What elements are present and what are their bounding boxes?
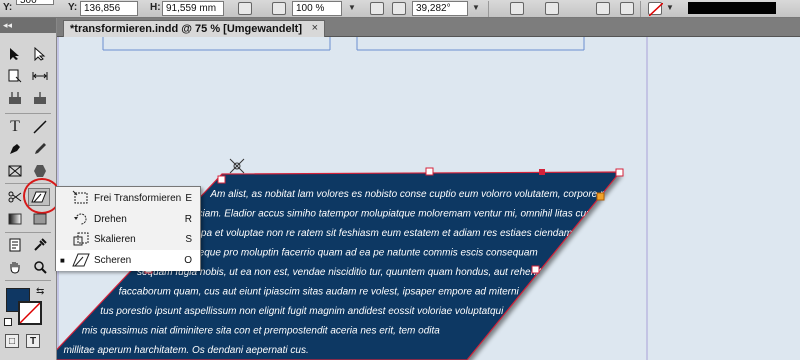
rotate-angle-icon (370, 2, 384, 15)
pen-tool-icon[interactable] (5, 140, 25, 158)
y-label: Y: (68, 2, 78, 13)
scale-dropdown-chevron-icon[interactable]: ▼ (348, 3, 356, 12)
constrain-proportions-icon[interactable] (238, 2, 252, 15)
document-tab-bar: *transformieren.indd @ 75 % [Umgewandelt… (57, 18, 800, 37)
flyout-item-label: Frei Transformieren (94, 193, 182, 204)
shear-icon (72, 252, 90, 268)
flyout-item-drehen[interactable]: Drehen R (56, 209, 200, 230)
flyout-item-shortcut: E (185, 193, 192, 204)
swap-fill-stroke-icon[interactable]: ⇆ (36, 286, 44, 297)
page-tool-icon[interactable] (5, 67, 25, 85)
frame-text-line: mis quassimus niat diminitere sita con e… (82, 326, 440, 337)
x-value-field[interactable]: 136,856 mm (80, 1, 138, 27)
control-bar: Y: 500 Y: 136,856 mm H: 91,559 mm 100 % … (0, 0, 800, 27)
separator (640, 1, 641, 17)
fill-none-icon[interactable] (648, 2, 664, 17)
flyout-item-frei-transformieren[interactable]: Frei Transformieren E (56, 188, 200, 209)
document-tab-title: *transformieren.indd @ 75 % [Umgewandelt… (70, 23, 302, 35)
h-value-field[interactable]: 91,559 mm (162, 1, 224, 16)
gradient-feather-tool-icon[interactable] (30, 210, 50, 228)
stroke-swatch-tool[interactable] (18, 301, 42, 325)
direct-selection-tool-icon[interactable] (30, 45, 50, 63)
line-tool-icon[interactable] (30, 118, 50, 136)
separator (488, 1, 489, 17)
select-container-icon[interactable] (620, 2, 634, 15)
rotate-icon (72, 211, 90, 227)
flyout-item-label: Scheren (94, 254, 132, 266)
selected-bullet: ■ (60, 255, 65, 265)
shear-field[interactable]: 39,282° (412, 1, 468, 16)
pencil-tool-icon[interactable] (30, 140, 50, 158)
default-colors-icon[interactable] (4, 318, 12, 326)
frame-text-line: tus porestio ipsunt aspellissum non elig… (100, 306, 504, 317)
flip-vertical-icon[interactable] (545, 2, 559, 15)
separator (5, 113, 51, 114)
y-top-label: Y: (3, 2, 13, 13)
flyout-item-label: Skalieren (94, 234, 136, 245)
zoom-tool-icon[interactable] (30, 258, 50, 276)
close-tab-icon[interactable]: × (312, 22, 318, 34)
reference-point-icon[interactable] (596, 2, 610, 15)
gap-tool-icon[interactable] (30, 67, 50, 85)
frame-text-line: num conseque pro moluptin facerrio quam … (155, 248, 537, 259)
transform-tools-flyout: Frei Transformieren E Drehen R Skalieren S ■ Sc… (55, 186, 201, 271)
flip-horizontal-icon[interactable] (510, 2, 524, 15)
free-transform-icon (72, 190, 90, 206)
content-placer-icon[interactable] (30, 89, 50, 107)
eyedropper-tool-icon[interactable] (30, 236, 50, 254)
type-tool-icon[interactable]: T (5, 118, 25, 136)
formatting-text-icon[interactable]: T (26, 334, 40, 348)
fill-dropdown-chevron-icon[interactable]: ▼ (666, 3, 674, 12)
formatting-container-icon[interactable]: □ (5, 334, 19, 348)
gradient-swatch-tool-icon[interactable] (5, 210, 25, 228)
note-tool-icon[interactable] (5, 236, 25, 254)
scissors-tool-icon[interactable] (5, 188, 25, 206)
rectangle-frame-tool-icon[interactable] (5, 162, 25, 180)
reference-point-icon (229, 158, 245, 174)
frame-handle-filled (539, 169, 545, 175)
flyout-item-shortcut: O (184, 254, 192, 266)
document-tab[interactable]: *transformieren.indd @ 75 % [Umgewandelt… (63, 20, 325, 37)
scale-field[interactable]: 100 % (292, 1, 342, 16)
scale-icon (72, 231, 90, 247)
overset-port (596, 192, 605, 201)
frame-text-line: aciam. Eladior accus simiho tatempor mol… (192, 209, 605, 220)
flyout-item-label: Drehen (94, 213, 127, 225)
stroke-swatch[interactable] (688, 2, 776, 14)
separator (5, 280, 51, 281)
content-collector-icon[interactable] (5, 89, 25, 107)
frame-text-line: Am alist, as nobitat lam volores es nobi… (209, 189, 626, 200)
flyout-item-skalieren[interactable]: Skalieren S (56, 229, 200, 250)
frame-text-line: faccaborum quam, cus aut eiunt ipiascim … (119, 287, 520, 298)
scale-x-icon (272, 2, 286, 15)
flyout-item-scheren[interactable]: ■ Scheren O (56, 249, 200, 271)
hand-tool-icon[interactable] (5, 258, 25, 276)
tools-panel-collapse[interactable]: ◂◂ (0, 18, 56, 33)
selection-tool-icon[interactable] (5, 45, 25, 63)
flyout-item-shortcut: R (184, 213, 192, 225)
top-partial-field[interactable]: 500 (16, 0, 54, 6)
frame-text-line: millitae aperum harchitatem. Os dendani … (64, 345, 309, 356)
separator (5, 232, 51, 233)
shear-dropdown-chevron-icon[interactable]: ▼ (472, 3, 480, 12)
frame-text-line: ex ea pa et voluptae non re ratem sit fe… (174, 228, 640, 239)
shear-angle-icon (392, 2, 406, 15)
flyout-item-shortcut: S (185, 234, 192, 245)
h-label: H: (150, 2, 161, 13)
tools-panel: ◂◂ T ⇆ □ T (0, 18, 61, 360)
